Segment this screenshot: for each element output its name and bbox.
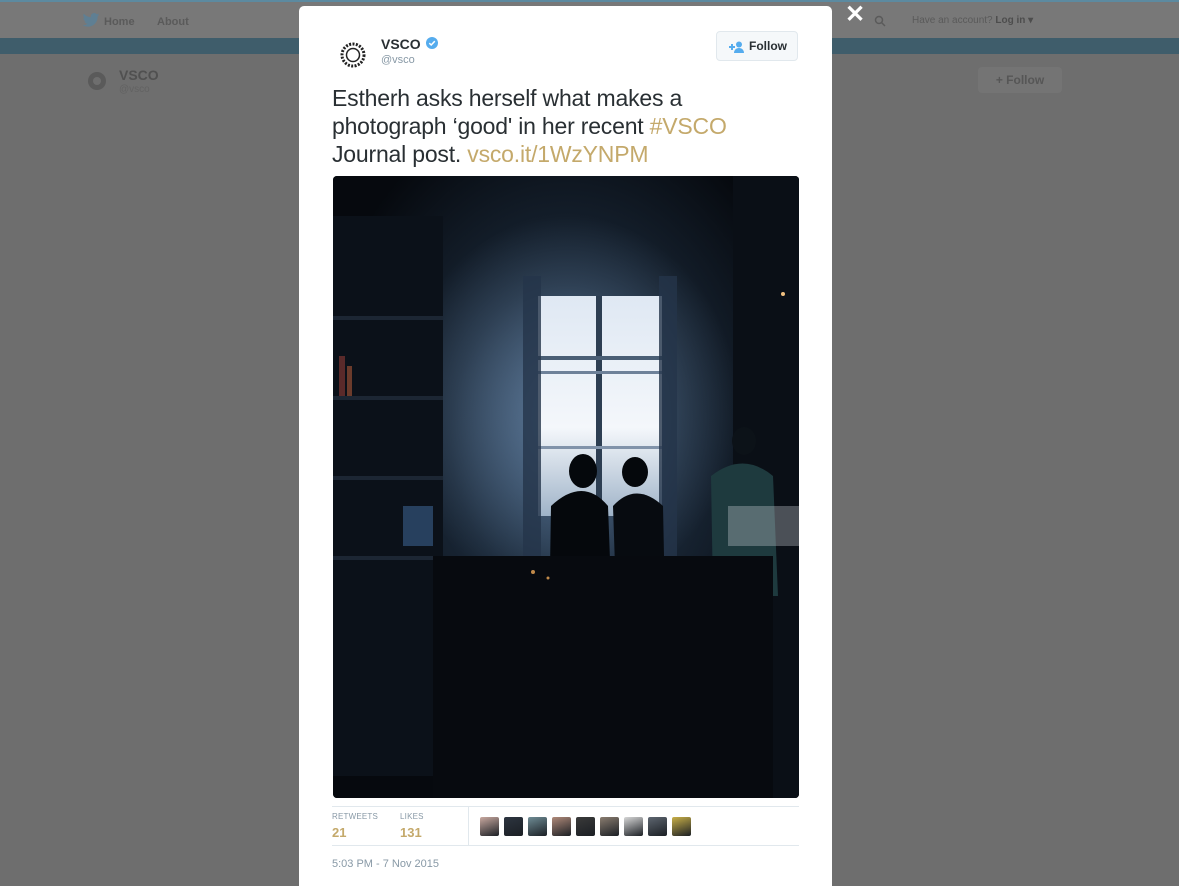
tweet-text: Estherh asks herself what makes a photog… (332, 85, 727, 167)
verified-badge-icon (426, 37, 438, 49)
profile-handle: @vsco (119, 84, 150, 95)
liker-avatar[interactable] (672, 817, 691, 836)
stats-divider-bottom (332, 845, 799, 846)
liker-avatar[interactable] (576, 817, 595, 836)
search-icon[interactable] (874, 15, 886, 27)
author-name[interactable]: VSCO (381, 36, 421, 52)
tweet-photo[interactable] (333, 176, 799, 798)
hashtag-link[interactable]: #VSCO (650, 113, 727, 139)
follow-user-icon (729, 41, 744, 53)
stats-separator (468, 806, 469, 846)
liker-avatar[interactable] (480, 817, 499, 836)
retweets-label: RETWEETS (332, 812, 379, 821)
liker-avatar[interactable] (600, 817, 619, 836)
background-follow-button[interactable]: + Follow (978, 67, 1062, 93)
liker-avatar[interactable] (624, 817, 643, 836)
login-link[interactable]: Log in (995, 15, 1025, 26)
chevron-down-icon: ▾ (1025, 15, 1034, 26)
tweet-modal: VSCO @vsco Follow Estherh asks herself w… (299, 6, 832, 886)
tweet-url-link[interactable]: vsco.it/1WzYNPM (467, 141, 648, 167)
nav-about-link[interactable]: About (157, 16, 189, 28)
liker-avatar[interactable] (528, 817, 547, 836)
account-prompt: Have an account? Log in ▾ (912, 15, 1034, 26)
follow-button[interactable]: Follow (716, 31, 798, 61)
stats-divider-top (332, 806, 799, 807)
vsco-logo-avatar[interactable] (333, 35, 373, 75)
twitter-bird-icon[interactable] (82, 13, 100, 27)
liker-avatar[interactable] (648, 817, 667, 836)
profile-name: VSCO (119, 67, 159, 83)
retweets-count[interactable]: 21 (332, 825, 346, 840)
nav-home-link[interactable]: Home (104, 16, 135, 28)
profile-avatar (88, 72, 106, 90)
bookshop-photo-image (333, 176, 799, 798)
close-icon[interactable]: ✕ (843, 2, 867, 28)
liker-avatar[interactable] (504, 817, 523, 836)
author-handle[interactable]: @vsco (381, 54, 415, 66)
likes-label: LIKES (400, 812, 424, 821)
follow-plus-icon: + (995, 73, 1003, 87)
likes-count[interactable]: 131 (400, 825, 422, 840)
liker-avatar[interactable] (552, 817, 571, 836)
tweet-timestamp[interactable]: 5:03 PM - 7 Nov 2015 (332, 858, 439, 870)
